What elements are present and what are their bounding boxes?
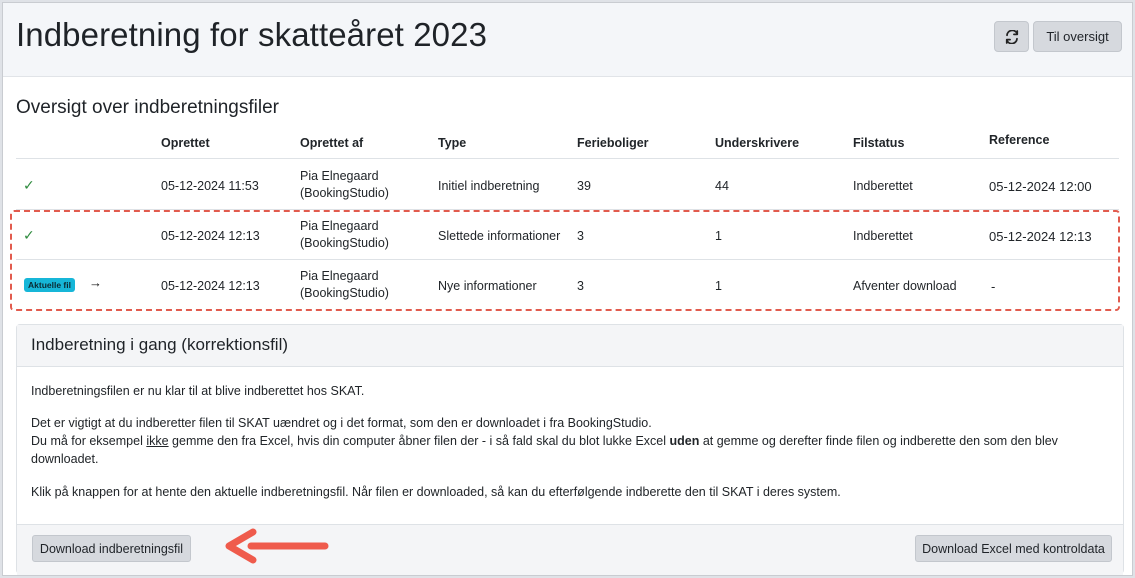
column-header-created-by: Oprettet af	[300, 136, 364, 150]
column-header-reference: Reference	[989, 133, 1050, 147]
table-header-divider	[16, 158, 1119, 159]
table-cell-reference: 05-12-2024 12:00	[989, 179, 1092, 194]
column-header-signers: Underskrivere	[715, 136, 800, 150]
card-header: Indberetning i gang (korrektionsfil)	[17, 325, 1123, 367]
column-header-holiday-homes: Ferieboliger	[577, 136, 649, 150]
info-paragraph: Indberetningsfilen er nu klar til at bli…	[31, 384, 365, 398]
column-header-type: Type	[438, 136, 467, 150]
card-footer: Download indberetningsfil Download Excel…	[17, 524, 1123, 575]
highlight-frame	[10, 210, 1120, 311]
column-header-created: Oprettet	[161, 136, 210, 150]
table-cell-signers: 44	[715, 179, 729, 193]
files-section-title: Oversigt over indberetningsfiler	[16, 97, 279, 118]
card-title: Indberetning i gang (korrektionsfil)	[31, 335, 289, 354]
table-cell-created: 05-12-2024 11:53	[161, 179, 259, 193]
download-file-button[interactable]: Download indberetningsfil	[32, 535, 191, 562]
table-cell-created-by: Pia Elnegaard (BookingStudio)	[300, 169, 389, 200]
refresh-button[interactable]	[994, 21, 1029, 52]
correction-card: Indberetning i gang (korrektionsfil) Ind…	[16, 324, 1124, 575]
table-cell-file-status: Indberettet	[853, 179, 913, 193]
column-header-file-status: Filstatus	[853, 136, 905, 150]
pointer-arrow-icon	[225, 528, 329, 564]
page-title: Indberetning for skatteåret 2023	[16, 16, 488, 53]
download-excel-button[interactable]: Download Excel med kontroldata	[915, 535, 1112, 562]
info-paragraph: Klik på knappen for at hente den aktuell…	[31, 485, 841, 499]
check-icon: ✓	[23, 177, 35, 193]
refresh-icon	[1005, 29, 1018, 44]
page-header: Indberetning for skatteåret 2023 Til ove…	[3, 3, 1132, 77]
table-cell-type: Initiel indberetning	[438, 179, 540, 193]
info-paragraph: Det er vigtigt at du indberetter filen t…	[31, 416, 1058, 466]
table-cell-holiday-homes: 39	[577, 179, 591, 193]
app-frame: Indberetning for skatteåret 2023 Til ove…	[2, 2, 1133, 576]
overview-button[interactable]: Til oversigt	[1033, 21, 1122, 52]
